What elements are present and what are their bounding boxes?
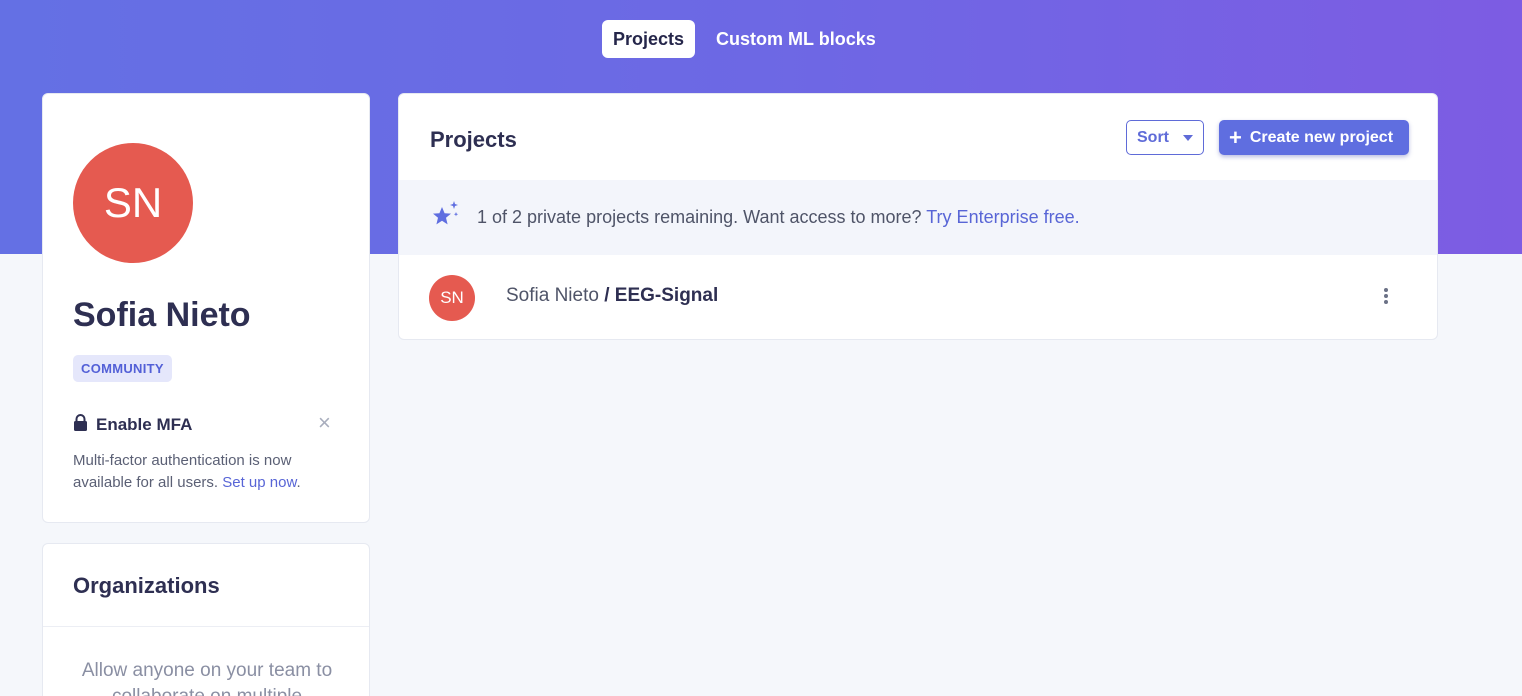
project-slug: EEG-Signal	[614, 285, 719, 306]
enterprise-promo-banner: 1 of 2 private projects remaining. Want …	[399, 180, 1437, 255]
profile-card: SN Sofia Nieto COMMUNITY Enable MFA × Mu…	[42, 93, 370, 523]
setup-mfa-link[interactable]: Set up now	[222, 474, 296, 491]
try-enterprise-link[interactable]: Try Enterprise free.	[926, 207, 1079, 227]
avatar: SN	[73, 143, 193, 263]
promo-text: 1 of 2 private projects remaining. Want …	[477, 207, 922, 227]
organizations-description: Allow anyone on your team to collaborate…	[81, 660, 333, 696]
mfa-description: Multi-factor authentication is now avail…	[73, 450, 343, 494]
project-separator: /	[598, 285, 615, 306]
project-row[interactable]: SN Sofia Nieto / EEG-Signal	[399, 255, 1437, 340]
kebab-dot	[1384, 300, 1388, 304]
tab-projects[interactable]: Projects	[602, 20, 696, 58]
project-avatar: SN	[429, 275, 475, 321]
project-name[interactable]: Sofia Nieto / EEG-Signal	[506, 285, 718, 307]
projects-title: Projects	[430, 127, 517, 152]
mfa-text-suffix: .	[296, 474, 301, 491]
project-owner: Sofia Nieto	[506, 285, 599, 306]
sparkle-star-icon	[429, 199, 461, 236]
chevron-down-icon	[1183, 134, 1193, 141]
top-nav-tabs: Projects Custom ML blocks	[602, 20, 887, 58]
projects-card: Projects Sort + Create new project 1 of …	[398, 93, 1438, 340]
close-icon[interactable]: ×	[318, 412, 331, 434]
organizations-card: Organizations Allow anyone on your team …	[42, 543, 370, 696]
promo-text-wrap: 1 of 2 private projects remaining. Want …	[477, 207, 1080, 228]
more-options-icon[interactable]	[1381, 288, 1391, 308]
create-project-label: Create new project	[1249, 128, 1394, 146]
create-project-button[interactable]: + Create new project	[1219, 120, 1409, 155]
plus-icon: +	[1229, 124, 1242, 150]
lock-icon	[73, 414, 88, 436]
tab-custom-ml-blocks[interactable]: Custom ML blocks	[705, 20, 887, 58]
mfa-header: Enable MFA	[73, 414, 192, 436]
plan-badge: COMMUNITY	[73, 355, 172, 382]
sort-button[interactable]: Sort	[1126, 120, 1204, 155]
organizations-title: Organizations	[73, 573, 220, 598]
profile-name: Sofia Nieto	[73, 296, 251, 334]
divider	[43, 626, 369, 627]
mfa-title: Enable MFA	[96, 415, 193, 434]
kebab-dot	[1384, 294, 1388, 298]
sort-label: Sort	[1137, 128, 1169, 146]
kebab-dot	[1384, 288, 1388, 292]
